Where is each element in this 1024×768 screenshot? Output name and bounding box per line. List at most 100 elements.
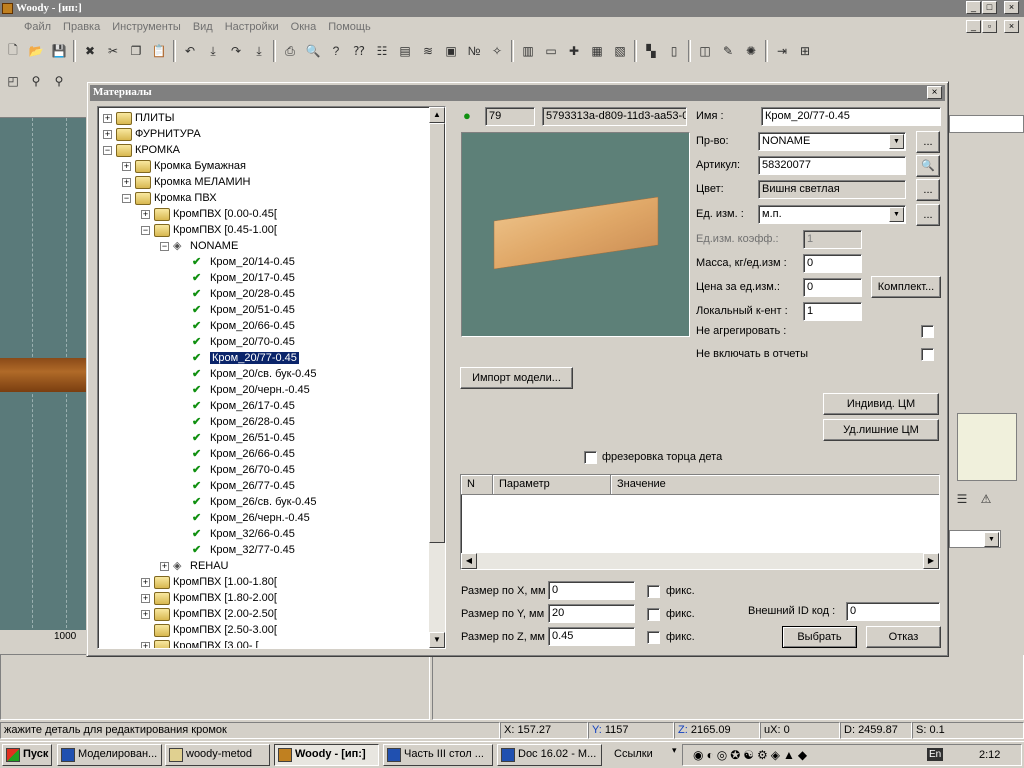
box-icon[interactable]: ◫ (694, 40, 716, 62)
tree-item[interactable]: ✔ Кром_26/28-0.45 (192, 414, 295, 430)
expand-icon[interactable]: + (141, 594, 150, 603)
tree-item[interactable]: ✔ Кром_20/70-0.45 (192, 334, 295, 350)
tree-scrollbar[interactable]: ▲ ▼ (429, 107, 445, 648)
open-icon[interactable]: 📂 (25, 40, 47, 62)
tree-item[interactable]: ✔ Кром_20/св. бук-0.45 (192, 366, 317, 382)
select-button[interactable]: Выбрать (782, 626, 857, 648)
expand-icon[interactable]: + (103, 130, 112, 139)
bulb-icon[interactable]: ✺ (740, 40, 762, 62)
grid-hscrollbar[interactable]: ◀ ▶ (461, 553, 939, 569)
expand-icon[interactable]: + (141, 210, 150, 219)
dialog-close-icon[interactable]: × (927, 86, 942, 99)
redo-icon[interactable]: ↷ (225, 40, 247, 62)
edit-icon[interactable]: ✎ (717, 40, 739, 62)
tree-item[interactable]: КромПВХ [2.50-3.00[ (154, 622, 277, 638)
tree-item[interactable]: ✔ Кром_32/77-0.45 (192, 542, 295, 558)
menu-file[interactable]: Файл (18, 20, 57, 36)
tray-icons[interactable]: ◉◐◎✪☯⚙◈▲◆ (693, 748, 810, 762)
redo-list-icon[interactable]: ⤓ (248, 40, 270, 62)
import-model-button[interactable]: Импорт модели... (460, 367, 573, 389)
unit-browse-button[interactable]: ... (916, 204, 940, 226)
start-button[interactable]: Пуск (2, 744, 52, 766)
collapse-icon[interactable]: − (141, 226, 150, 235)
cut-icon[interactable]: ✂ (102, 40, 124, 62)
tree-item[interactable]: КромПВХ [2.00-2.50[ (154, 606, 277, 622)
doc-restore-icon[interactable]: ▫ (982, 20, 997, 33)
panel-combo[interactable]: ▼ (949, 530, 1001, 548)
tree-item[interactable]: ✔ Кром_26/св. бук-0.45 (192, 494, 317, 510)
document-icon[interactable]: ▤ (394, 40, 416, 62)
expand-icon[interactable]: + (160, 562, 169, 571)
menu-windows[interactable]: Окна (285, 20, 323, 36)
menu-tools[interactable]: Инструменты (106, 20, 187, 36)
scroll-right-icon[interactable]: ▶ (923, 553, 939, 569)
expand-icon[interactable]: + (122, 162, 131, 171)
panel-field[interactable] (949, 115, 1024, 133)
help-icon[interactable]: ? (325, 40, 347, 62)
expand-icon[interactable]: + (122, 178, 131, 187)
layers-icon[interactable]: ≋ (417, 40, 439, 62)
scroll-thumb[interactable] (429, 123, 445, 543)
cross-icon[interactable]: ✚ (563, 40, 585, 62)
collapse-icon[interactable]: − (122, 194, 131, 203)
language-indicator[interactable]: En (927, 748, 944, 761)
external-id-field[interactable]: 0 (846, 602, 940, 621)
tree-item[interactable]: Кромка МЕЛАМИН (135, 174, 251, 190)
size-y-field[interactable]: 20 (548, 604, 635, 623)
fix-y-checkbox[interactable] (647, 608, 660, 621)
scroll-left-icon[interactable]: ◀ (461, 553, 477, 569)
wood-panel[interactable] (0, 358, 86, 392)
task-button[interactable]: Моделирован... (57, 744, 162, 766)
grid-col-value[interactable]: Значение (611, 475, 939, 494)
list-icon[interactable]: ☰ (951, 488, 973, 510)
no-aggregate-checkbox[interactable] (921, 325, 934, 338)
undo-list-icon[interactable]: ⤓ (202, 40, 224, 62)
expand-icon[interactable]: + (141, 642, 150, 648)
select-icon[interactable]: ◰ (2, 70, 24, 92)
tree-item[interactable]: КромПВХ [1.80-2.00[ (154, 590, 277, 606)
chevron-down-icon[interactable]: ▼ (889, 207, 904, 222)
collapse-icon[interactable]: − (103, 146, 112, 155)
menu-help[interactable]: Помощь (322, 20, 377, 36)
tree-item[interactable]: Кромка ПВХ (135, 190, 217, 206)
color-browse-button[interactable]: ... (916, 179, 940, 201)
cabinet-icon[interactable]: ▥ (517, 40, 539, 62)
task-button[interactable]: Doc 16.02 - М... (497, 744, 602, 766)
article-field[interactable]: 58320077 (758, 156, 906, 175)
tree-item[interactable]: КромПВХ [3.00- [ (154, 638, 259, 648)
save-icon[interactable]: 💾 (48, 40, 70, 62)
scroll-down-icon[interactable]: ▼ (429, 632, 445, 648)
tree-item[interactable]: ◈ NONAME (173, 238, 238, 254)
doc-minimize-icon[interactable]: _ (966, 20, 981, 33)
maximize-icon[interactable]: □ (982, 1, 997, 14)
maker-select[interactable]: NONAME ▼ (758, 132, 906, 151)
new-icon[interactable]: 🗋 (2, 40, 24, 62)
expand-icon[interactable]: + (103, 114, 112, 123)
tree-item[interactable]: КРОМКА (116, 142, 180, 158)
tree-item[interactable]: ✔ Кром_20/14-0.45 (192, 254, 295, 270)
maker-browse-button[interactable]: ... (916, 131, 940, 153)
mass-field[interactable]: 0 (803, 254, 862, 273)
properties-icon[interactable]: ☷ (371, 40, 393, 62)
price-field[interactable]: 0 (803, 278, 862, 297)
tree-item[interactable]: Кромка Бумажная (135, 158, 246, 174)
tree-item[interactable]: ✔ Кром_26/51-0.45 (192, 430, 295, 446)
close-icon[interactable]: × (1004, 1, 1019, 14)
color-icon[interactable]: ▚ (640, 40, 662, 62)
no-reports-checkbox[interactable] (921, 348, 934, 361)
numbering-icon[interactable]: № (463, 40, 485, 62)
shelf-icon[interactable]: ▭ (540, 40, 562, 62)
kit-button[interactable]: Комплект... (871, 276, 941, 298)
export-icon[interactable]: ⇥ (771, 40, 793, 62)
tree-item[interactable]: ✔ Кром_26/70-0.45 (192, 462, 295, 478)
scroll-up-icon[interactable]: ▲ (429, 107, 445, 123)
menu-edit[interactable]: Правка (57, 20, 106, 36)
size-z-field[interactable]: 0.45 (548, 627, 635, 646)
drawer-icon[interactable]: ▧ (609, 40, 631, 62)
menu-settings[interactable]: Настройки (219, 20, 285, 36)
tree-item[interactable]: КромПВХ [0.45-1.00[ (154, 222, 277, 238)
tree-item[interactable]: ПЛИТЫ (116, 110, 175, 126)
doc-close-icon[interactable]: × (1004, 20, 1019, 33)
zoom-icon[interactable]: ⚲ (48, 70, 70, 92)
tree-item[interactable]: ✔ Кром_26/66-0.45 (192, 446, 295, 462)
